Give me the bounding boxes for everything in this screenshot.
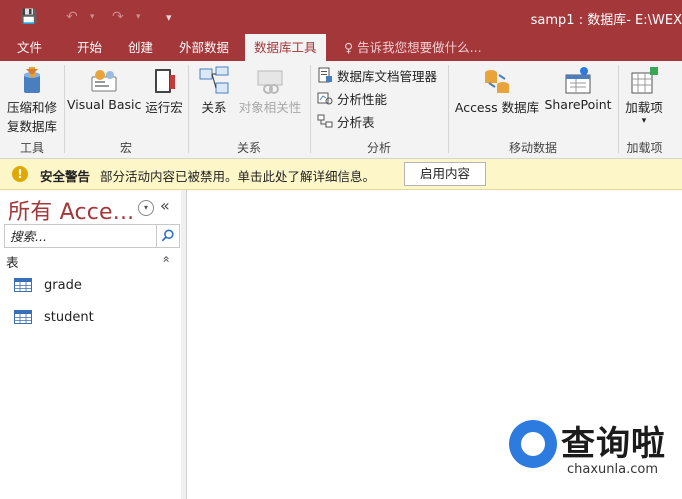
group-label-analyze: 分析 [366,141,391,155]
run-macro-icon [155,69,175,93]
run-macro-label: 运行宏 [145,100,183,115]
group-label-move-data: 移动数据 [508,141,557,155]
analyze-table-icon [317,114,333,128]
chevron-up-icon[interactable]: « [159,255,173,262]
compact-repair-label-1: 压缩和修 [6,100,57,115]
compact-repair-icon [24,67,40,93]
object-dependencies-label: 对象相关性 [238,100,302,115]
group-label-relationships: 关系 [236,141,261,155]
save-icon[interactable]: 💾 [20,8,37,26]
tab-external-data[interactable]: 外部数据 [170,34,238,61]
database-documenter-button[interactable]: 数据库文档管理器 [317,65,437,85]
tell-me-text: 告诉我您想要做什么... [357,40,482,55]
object-dependencies-icon [257,70,283,94]
table-icon [14,310,32,324]
nav-search-box [4,224,180,248]
lightbulb-icon: ♀ [344,40,354,55]
table-item-label: student [44,309,94,325]
group-label-addins: 加载项 [626,141,663,155]
analyze-performance-button[interactable]: 分析性能 [317,88,387,108]
group-relationships: 关系 对象相关性 关系 [189,61,309,158]
redo-dropdown-icon[interactable]: ▾ [136,8,141,26]
relationships-label: 关系 [201,100,227,115]
tell-me-box[interactable]: ♀ 告诉我您想要做什么... [344,34,482,61]
documenter-icon [318,67,332,83]
section-header-tables[interactable]: 表 « [6,252,174,270]
analyze-performance-label: 分析性能 [337,91,388,107]
database-documenter-label: 数据库文档管理器 [337,68,438,84]
table-item-student[interactable]: student [14,306,94,328]
search-icon[interactable] [156,225,179,247]
access-database-icon [485,70,509,93]
nav-pane-title[interactable]: 所有 Acce... [8,194,134,226]
object-dependencies-button[interactable]: 对象相关性 [235,65,305,116]
group-move-data: Access 数据库 SharePoint 移动数据 [449,61,617,158]
addins-icon [631,67,658,94]
ribbon: 压缩和修 复数据库 工具 Visual Basic 运行宏 宏 关系 对象相关性… [0,61,682,159]
access-database-label: Access 数据库 [454,100,540,115]
visual-basic-label: Visual Basic [67,97,142,112]
group-tools: 压缩和修 复数据库 工具 [0,61,64,158]
tab-home[interactable]: 开始 [68,34,111,61]
analyze-performance-icon [317,92,333,105]
compact-repair-label-2: 复数据库 [6,119,57,134]
group-macro: Visual Basic 运行宏 宏 [65,61,187,158]
security-warning-bar: ! 安全警告 部分活动内容已被禁用。单击此处了解详细信息。 启用内容 [0,159,682,190]
customize-qat-icon[interactable]: ▾ [166,8,172,26]
group-label-tools: 工具 [19,141,44,155]
watermark-text: 查询啦 [561,424,666,464]
sharepoint-icon [565,67,591,94]
security-warning-message[interactable]: 部分活动内容已被禁用。单击此处了解详细信息。 [100,166,375,185]
collapse-pane-icon[interactable]: « [160,196,170,215]
table-item-label: grade [44,277,82,293]
tab-database-tools[interactable]: 数据库工具 [245,34,326,61]
table-item-grade[interactable]: grade [14,274,82,296]
watermark-url: chaxunla.com [567,462,658,477]
addins-button[interactable]: 加载项 ▾ [621,65,667,126]
security-warning-title: 安全警告 [40,169,91,184]
table-icon [14,278,32,292]
enable-content-button[interactable]: 启用内容 [404,162,486,186]
chevron-down-icon[interactable]: ▾ [138,200,154,216]
watermark-logo: 查询啦 chaxunla.com [503,414,682,499]
run-macro-button[interactable]: 运行宏 [143,65,185,116]
undo-dropdown-icon[interactable]: ▾ [90,8,95,26]
compact-repair-button[interactable]: 压缩和修 复数据库 [4,65,60,135]
navigation-pane: 所有 Acce... ▾ « 表 « grade student [0,190,182,499]
window-title: samp1 : 数据库- E:\WEX [530,13,682,28]
addins-label: 加载项 [625,100,663,115]
search-input[interactable] [8,227,160,245]
analyze-table-label: 分析表 [337,114,375,130]
tab-create[interactable]: 创建 [119,34,162,61]
watermark-logo-icon [509,420,557,468]
title-bar: 💾 ↶ ▾ ↷ ▾ ▾ samp1 : 数据库- E:\WEX [0,0,682,34]
relationships-button[interactable]: 关系 [197,65,231,116]
visual-basic-button[interactable]: Visual Basic [67,65,141,112]
section-label: 表 [6,255,19,270]
group-addins: 加载项 ▾ 加载项 [619,61,682,158]
addins-dropdown-icon: ▾ [641,116,647,126]
relationships-icon [199,66,229,94]
group-analyze: 数据库文档管理器 分析性能 分析表 分析 [311,61,447,158]
analyze-table-button[interactable]: 分析表 [317,111,375,131]
group-label-macro: 宏 [119,141,132,155]
redo-icon[interactable]: ↷ [112,8,124,26]
tab-file[interactable]: 文件 [8,34,51,61]
ribbon-tabs: 文件 开始 创建 外部数据 数据库工具 ♀ 告诉我您想要做什么... [0,34,682,61]
undo-icon[interactable]: ↶ [66,8,78,26]
sharepoint-button[interactable]: SharePoint [543,65,613,112]
sharepoint-label: SharePoint [544,97,612,112]
visual-basic-icon [91,70,117,92]
access-database-button[interactable]: Access 数据库 [453,65,541,116]
warning-icon: ! [12,166,28,182]
